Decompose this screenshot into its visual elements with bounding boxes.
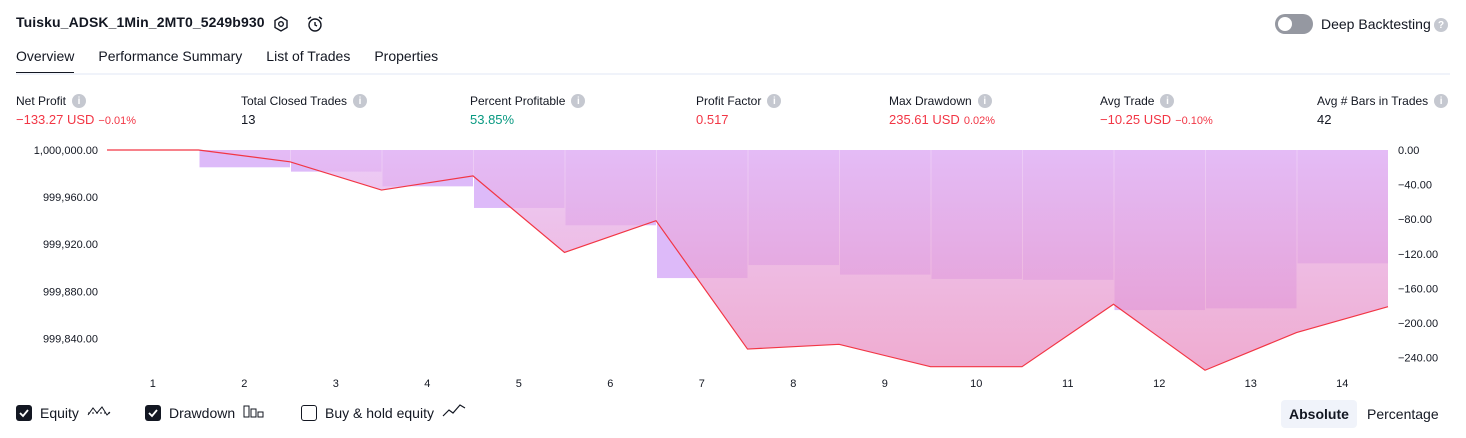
x-axis-tick-label: 13: [1245, 378, 1257, 390]
x-axis-tick-label: 11: [1062, 378, 1073, 390]
alarm-clock-icon[interactable]: [306, 15, 324, 33]
x-axis-tick-label: 8: [790, 378, 796, 390]
metric-label: Avg Trade: [1100, 94, 1155, 108]
metric-percent-profitable: Percent Profitable i 53.85%: [470, 94, 586, 127]
metric-value: 53.85%: [470, 112, 515, 127]
toggle-knob: [1278, 17, 1292, 31]
info-icon[interactable]: i: [767, 94, 782, 108]
percentage-button[interactable]: Percentage: [1359, 400, 1447, 428]
right-axis-tick-label: −120.00: [1398, 249, 1438, 261]
info-icon[interactable]: i: [353, 94, 368, 108]
left-axis-tick-label: 999,880.00: [43, 286, 98, 298]
metric-value: 42: [1317, 112, 1332, 127]
legend-label: Buy & hold equity: [325, 404, 434, 421]
deep-backtesting-help-icon[interactable]: ?: [1434, 18, 1448, 32]
tab-list-of-trades[interactable]: List of Trades: [266, 48, 350, 74]
x-axis-tick-label: 10: [970, 378, 982, 390]
deep-backtesting-label: Deep Backtesting: [1321, 16, 1431, 32]
left-axis-tick-label: 999,840.00: [43, 333, 98, 345]
x-axis-tick-label: 5: [516, 378, 522, 390]
deep-backtesting-toggle[interactable]: [1275, 14, 1313, 34]
metric-max-drawdown: Max Drawdown i 235.61 USD 0.02%: [889, 94, 995, 127]
equity-drawdown-area: [107, 150, 1388, 371]
info-icon[interactable]: i: [1434, 94, 1449, 108]
legend-label: Equity: [40, 404, 79, 421]
metric-label: Avg # Bars in Trades: [1317, 94, 1429, 108]
x-axis-tick-label: 6: [607, 378, 613, 390]
metric-label: Percent Profitable: [470, 94, 566, 108]
equity-line-icon: [87, 404, 111, 421]
right-axis-tick-label: −160.00: [1398, 283, 1438, 295]
right-axis-tick-label: −240.00: [1398, 353, 1438, 365]
x-axis-tick-label: 3: [333, 378, 339, 390]
tab-divider: [16, 73, 1450, 75]
metric-avg-trade: Avg Trade i −10.25 USD −0.10%: [1100, 94, 1213, 127]
metric-value: −10.25 USD: [1100, 112, 1172, 127]
right-axis-tick-label: −40.00: [1398, 180, 1432, 192]
buy-hold-line-icon: [442, 404, 466, 421]
metric-percent: −0.01%: [98, 115, 137, 127]
x-axis-tick-label: 2: [241, 378, 247, 390]
legend-drawdown[interactable]: Drawdown: [145, 404, 265, 421]
left-axis-tick-label: 1,000,000.00: [34, 145, 98, 157]
x-axis-tick-label: 4: [424, 378, 430, 390]
legend-label: Drawdown: [169, 404, 236, 421]
equity-drawdown-chart: 1,000,000.00 999,960.00 999,920.00 999,880.…: [34, 145, 1438, 390]
x-axis-tick-label: 1: [150, 378, 156, 390]
legend-equity[interactable]: Equity: [16, 404, 111, 421]
metric-percent: 0.02%: [963, 115, 996, 127]
metric-label: Total Closed Trades: [241, 94, 348, 108]
x-axis-tick-label: 14: [1336, 378, 1348, 390]
metric-total-closed-trades: Total Closed Trades i 13: [241, 94, 368, 127]
metric-profit-factor: Profit Factor i 0.517: [696, 94, 782, 127]
metric-net-profit: Net Profit i −133.27 USD −0.01%: [16, 94, 136, 127]
left-axis-tick-label: 999,960.00: [43, 192, 98, 204]
tab-bar: Overview Performance Summary List of Tra…: [16, 48, 438, 74]
tab-overview[interactable]: Overview: [16, 48, 75, 74]
legend-buy-hold[interactable]: Buy & hold equity: [301, 404, 466, 421]
info-icon[interactable]: i: [1160, 94, 1175, 108]
info-icon[interactable]: i: [977, 94, 992, 108]
metric-percent: −0.10%: [1175, 115, 1213, 127]
tab-properties[interactable]: Properties: [374, 48, 438, 74]
metric-avg-bars: Avg # Bars in Trades i 42: [1317, 94, 1449, 127]
settings-gear-icon[interactable]: [272, 15, 290, 33]
metric-label: Profit Factor: [696, 94, 762, 108]
right-axis-tick-label: 0.00: [1398, 145, 1419, 157]
metric-value: 0.517: [696, 112, 729, 127]
x-axis-tick-label: 7: [699, 378, 705, 390]
tab-performance-summary[interactable]: Performance Summary: [98, 48, 242, 74]
right-axis-tick-label: −80.00: [1398, 214, 1432, 226]
metric-value: −133.27 USD: [16, 112, 95, 127]
left-axis-tick-label: 999,920.00: [43, 239, 98, 251]
metric-value: 235.61 USD: [889, 112, 960, 127]
x-axis-tick-label: 12: [1153, 378, 1165, 390]
drawdown-checkbox[interactable]: [145, 404, 161, 421]
metric-label: Max Drawdown: [889, 94, 972, 108]
drawdown-bars-icon: [243, 404, 265, 421]
info-icon[interactable]: i: [72, 94, 87, 108]
metric-label: Net Profit: [16, 94, 67, 108]
absolute-button[interactable]: Absolute: [1281, 400, 1357, 428]
right-axis-tick-label: −200.00: [1398, 318, 1438, 330]
equity-checkbox[interactable]: [16, 404, 32, 421]
buy-hold-checkbox[interactable]: [301, 404, 317, 421]
info-icon[interactable]: i: [571, 94, 586, 108]
strategy-title: Tuisku_ADSK_1Min_2MT0_5249b930: [16, 14, 265, 30]
x-axis-tick-label: 9: [882, 378, 888, 390]
metric-value: 13: [241, 112, 256, 127]
